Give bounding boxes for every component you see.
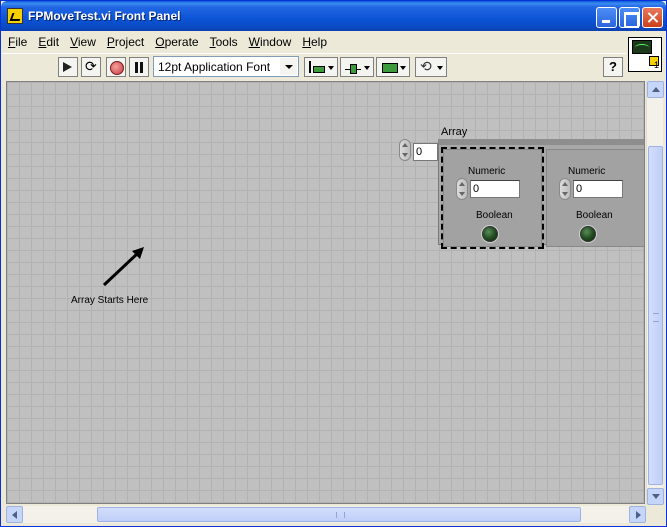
chevron-down-icon[interactable] [280,58,297,75]
scroll-left-button[interactable] [6,506,23,523]
minimize-button[interactable] [596,7,617,28]
reorder-icon [420,58,436,75]
chevron-down-icon [364,66,370,70]
labview-vi-icon [7,8,23,24]
scroll-up-button[interactable] [647,81,664,98]
front-panel-window: FPMoveTest.vi Front Panel File Edit View… [0,0,667,527]
horizontal-scrollbar[interactable] [6,506,646,523]
array-index-spinner[interactable] [399,139,411,161]
boolean-label: Boolean [476,210,513,221]
vi-icon-connector[interactable]: 1 [628,37,662,72]
toolbar: 12pt Application Font ? [2,53,626,79]
numeric-field[interactable]: 0 [470,180,520,198]
front-panel-canvas[interactable]: Array 0 Numeric 0 Boolean Numeric 0 Bool… [6,81,645,504]
menu-edit[interactable]: Edit [32,32,64,52]
align-objects-button[interactable] [304,57,338,77]
menu-file[interactable]: File [2,32,32,52]
numeric-label: Numeric [568,166,606,177]
resize-objects-icon [381,61,398,73]
array-element[interactable]: Numeric 0 Boolean [441,147,544,249]
menu-bar: File Edit View Project Operate Tools Win… [2,32,332,52]
chevron-down-icon [437,66,443,70]
boolean-led[interactable] [482,226,498,242]
array-label: Array [441,126,468,138]
font-select[interactable]: 12pt Application Font [153,56,299,77]
reorder-button[interactable] [415,57,447,77]
scroll-right-button[interactable] [629,506,646,523]
arrow-annotation [102,247,144,287]
boolean-label: Boolean [576,210,613,221]
chevron-down-icon [400,66,406,70]
array-element[interactable]: Numeric 0 Boolean [546,149,644,247]
size-grip[interactable] [646,506,663,523]
waveform-icon [632,40,652,54]
menu-operate[interactable]: Operate [149,32,203,52]
numeric-field[interactable]: 0 [573,180,623,198]
font-select-value: 12pt Application Font [158,60,271,74]
scroll-down-button[interactable] [647,488,664,505]
align-objects-icon [309,61,325,73]
title-bar[interactable]: FPMoveTest.vi Front Panel [1,1,666,31]
abort-stop-icon[interactable] [106,57,126,77]
vertical-scroll-thumb[interactable] [648,146,663,485]
distribute-objects-icon [345,61,361,74]
menu-tools[interactable]: Tools [204,32,243,52]
array-starts-here-label: Array Starts Here [71,295,149,306]
menu-help[interactable]: Help [296,32,332,52]
menu-view[interactable]: View [64,32,101,52]
menu-project[interactable]: Project [101,32,149,52]
run-arrow-icon[interactable] [58,57,78,77]
numeric-spinner[interactable] [559,178,571,200]
window-title: FPMoveTest.vi Front Panel [28,9,181,23]
resize-objects-button[interactable] [376,57,410,77]
close-button[interactable] [642,7,663,28]
connector-number: 1 [653,60,659,70]
context-help-button[interactable]: ? [603,57,623,77]
array-index-field[interactable]: 0 [413,143,438,161]
numeric-spinner[interactable] [456,178,468,200]
menu-window[interactable]: Window [243,32,297,52]
vertical-scrollbar[interactable] [646,81,664,505]
maximize-button[interactable] [619,7,640,28]
distribute-objects-button[interactable] [340,57,374,77]
chevron-down-icon [328,66,334,70]
array-control[interactable]: Numeric 0 Boolean Numeric 0 Boolean [438,139,644,249]
run-continuously-icon[interactable] [81,57,101,77]
horizontal-scroll-thumb[interactable] [97,507,581,522]
boolean-led[interactable] [580,226,596,242]
pause-icon[interactable] [129,57,149,77]
numeric-label: Numeric [468,166,506,177]
